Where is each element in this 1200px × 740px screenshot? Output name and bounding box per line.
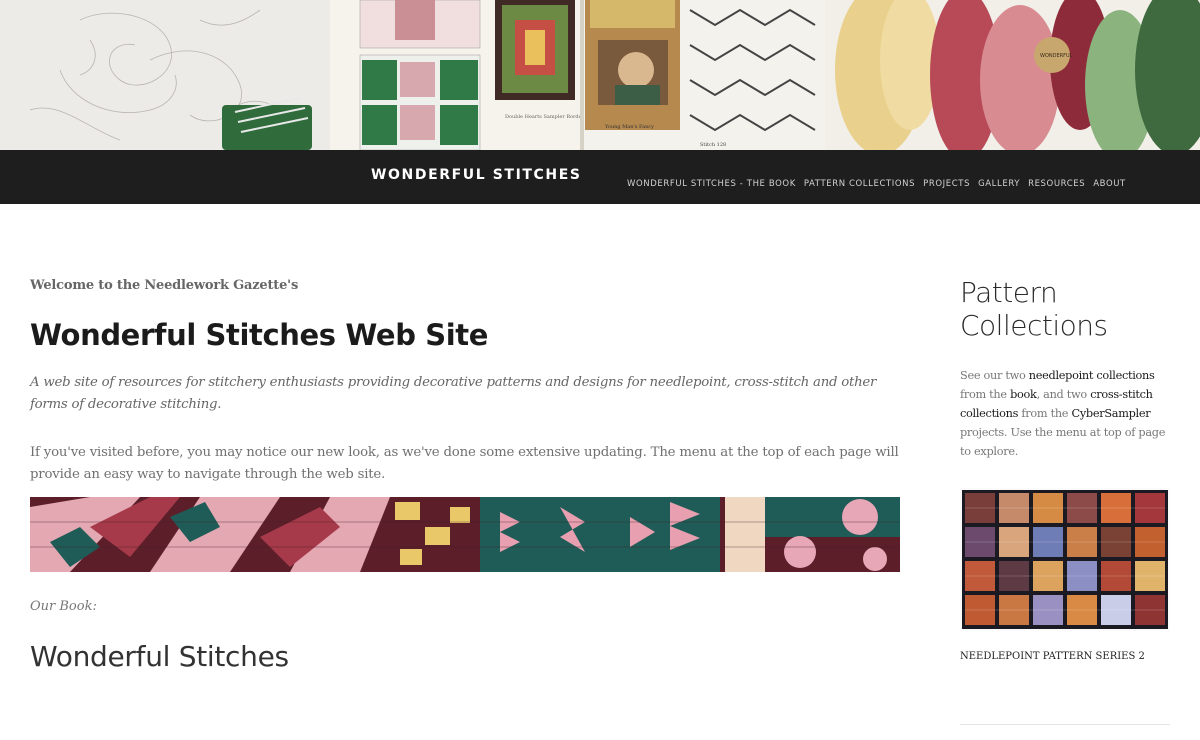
widget-text-part: projects. Use the menu at top of page to…	[960, 426, 1166, 458]
body-paragraph: If you've visited before, you may notice…	[30, 445, 899, 482]
widget-title: Pattern Collections	[960, 276, 1108, 342]
stitchery-strip-image	[30, 497, 900, 572]
main-content: Welcome to the Needlework Gazette's Wond…	[30, 270, 910, 673]
svg-text:WONDERFUL: WONDERFUL	[1040, 53, 1073, 59]
widget-text-part: , and two	[1036, 388, 1091, 401]
needlepoint-series-thumbnail[interactable]	[960, 488, 1170, 631]
main-navigation: WONDERFUL STITCHES WONDERFUL STITCHES - …	[0, 150, 1200, 204]
header-banner-image: Double Hearts Sampler Border Young Man's…	[0, 0, 1200, 150]
svg-text:Double Hearts Sampler Border: Double Hearts Sampler Border	[505, 114, 585, 120]
sidebar-divider	[960, 724, 1170, 725]
nav-menu: WONDERFUL STITCHES - THE BOOK PATTERN CO…	[627, 171, 1126, 190]
widget-text-part: See our two	[960, 369, 1029, 382]
thumbnail-caption: NEEDLEPOINT PATTERN SERIES 2	[960, 651, 1145, 662]
nav-item-pattern-collections: PATTERN COLLECTIONS	[804, 171, 915, 190]
widget-text-part: from the	[960, 388, 1011, 401]
widget-text-part: from the	[1018, 407, 1072, 420]
nav-item-resources: RESOURCES	[1028, 171, 1085, 190]
site-title-link[interactable]: WONDERFUL STITCHES	[371, 167, 582, 183]
intro-paragraph: A web site of resources for stitchery en…	[30, 375, 877, 412]
page-title: Wonderful Stitches Web Site	[30, 318, 489, 352]
nav-link-about[interactable]: ABOUT	[1093, 179, 1126, 189]
our-book-label: Our Book:	[30, 599, 97, 614]
nav-link-resources[interactable]: RESOURCES	[1028, 179, 1085, 189]
sidebar: Pattern Collections See our two needlepo…	[960, 276, 1170, 725]
nav-item-projects: PROJECTS	[923, 171, 970, 190]
welcome-text: Welcome to the Needlework Gazette's	[30, 278, 299, 293]
svg-text:Young Man's Fancy: Young Man's Fancy	[604, 124, 654, 130]
nav-item-gallery: GALLERY	[978, 171, 1020, 190]
nav-link-pattern-collections[interactable]: PATTERN COLLECTIONS	[804, 179, 915, 189]
nav-link-projects[interactable]: PROJECTS	[923, 179, 970, 189]
svg-text:Stitch 128: Stitch 128	[700, 142, 726, 148]
needlepoint-collections-link[interactable]: needlepoint collections	[1029, 369, 1155, 382]
cybersampler-link[interactable]: CyberSampler	[1071, 407, 1150, 420]
nav-item-the-book: WONDERFUL STITCHES - THE BOOK	[627, 171, 796, 190]
nav-link-gallery[interactable]: GALLERY	[978, 179, 1020, 189]
book-link[interactable]: book	[1010, 388, 1037, 401]
nav-item-about: ABOUT	[1093, 171, 1126, 190]
widget-text: See our two needlepoint collections from…	[960, 366, 1170, 461]
book-title: Wonderful Stitches	[30, 640, 289, 673]
nav-link-the-book[interactable]: WONDERFUL STITCHES - THE BOOK	[627, 179, 796, 189]
